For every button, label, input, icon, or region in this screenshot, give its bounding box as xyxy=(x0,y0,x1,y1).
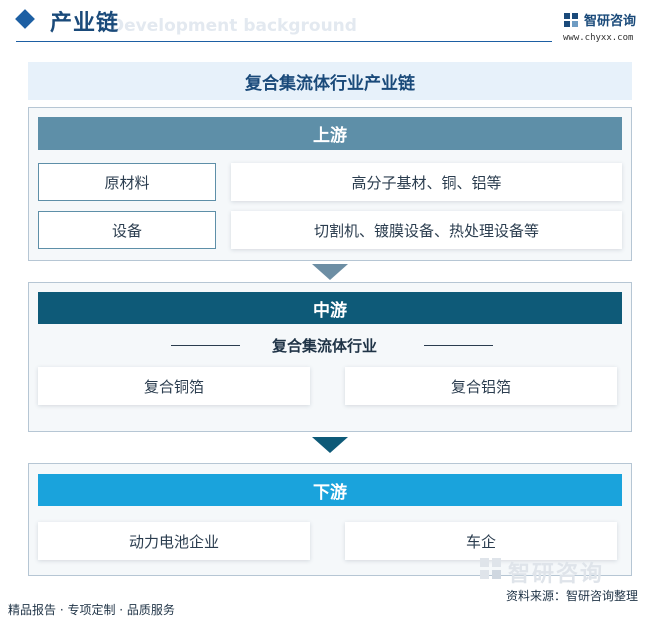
upstream-detail-equipment: 切割机、镀膜设备、热处理设备等 xyxy=(231,211,622,249)
company-logo-icon xyxy=(564,13,578,27)
header-divider xyxy=(16,41,552,42)
midstream-heading: 中游 xyxy=(38,292,622,324)
upstream-heading: 上游 xyxy=(38,117,622,150)
upstream-detail-raw-materials: 高分子基材、铜、铝等 xyxy=(231,163,622,201)
diagram-title: 复合集流体行业产业链 xyxy=(28,62,632,100)
header-background-text: Development background xyxy=(110,16,357,36)
source-note: 资料来源：智研咨询整理 xyxy=(506,589,639,603)
upstream-category-equipment: 设备 xyxy=(38,211,216,249)
midstream-subtitle-left-rule xyxy=(171,345,240,346)
watermark-text: 智研咨询 xyxy=(508,562,605,587)
midstream-item-composite-copper-foil: 复合铜箔 xyxy=(38,367,310,405)
company-url: www.chyxx.com xyxy=(563,33,634,43)
downstream-item-power-battery-companies: 动力电池企业 xyxy=(38,522,310,560)
upstream-category-raw-materials: 原材料 xyxy=(38,163,216,201)
header-diamond-icon xyxy=(15,9,35,29)
watermark-logo-icon xyxy=(480,558,501,579)
midstream-subtitle-right-rule xyxy=(424,345,493,346)
downstream-heading: 下游 xyxy=(38,474,622,506)
company-logo-text: 智研咨询 xyxy=(584,14,637,29)
downstream-item-automakers: 车企 xyxy=(345,522,617,560)
flow-arrow-down-icon xyxy=(312,264,348,280)
midstream-subtitle: 复合集流体行业 xyxy=(272,337,378,355)
midstream-item-composite-aluminum-foil: 复合铝箔 xyxy=(345,367,617,405)
footer-services: 精品报告 · 专项定制 · 品质服务 xyxy=(8,603,175,617)
page-title: 产业链 xyxy=(50,11,120,36)
flow-arrow-down-icon xyxy=(312,437,348,453)
